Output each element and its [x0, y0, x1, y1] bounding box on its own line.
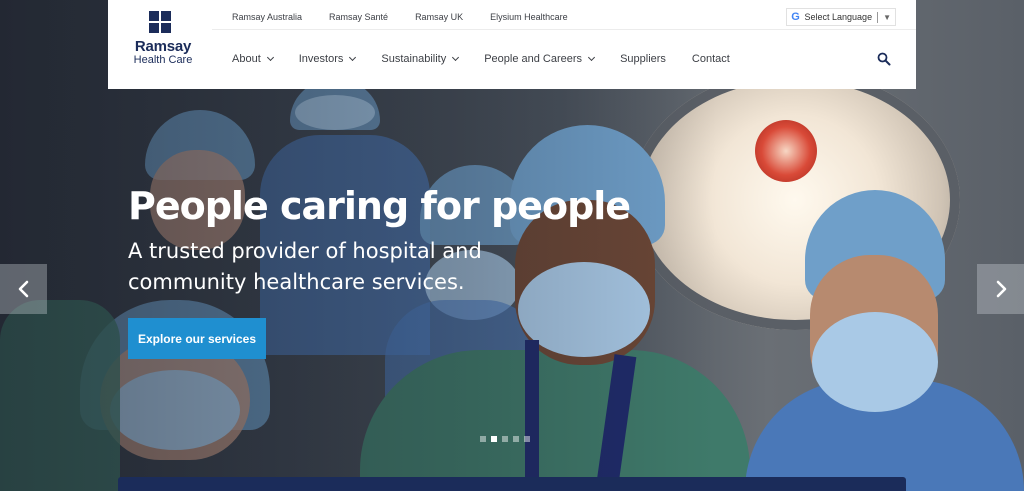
carousel-dot-1[interactable] [480, 436, 486, 442]
chevron-right-icon [996, 280, 1006, 298]
nav-contact[interactable]: Contact [692, 52, 730, 66]
chevron-down-icon [349, 53, 357, 62]
top-link-ramsay-uk[interactable]: Ramsay UK [415, 11, 463, 23]
chevron-down-icon [452, 53, 460, 62]
chevron-down-icon [266, 53, 274, 62]
top-links: Ramsay Australia Ramsay Santé Ramsay UK … [232, 11, 595, 23]
carousel-dot-5[interactable] [524, 436, 530, 442]
search-icon[interactable] [877, 52, 891, 66]
nav-sustainability[interactable]: Sustainability [381, 52, 460, 66]
explore-services-button[interactable]: Explore our services [128, 318, 266, 359]
nav-suppliers-label: Suppliers [620, 53, 666, 65]
ramsay-logo[interactable]: Ramsay Health Care [130, 11, 196, 66]
logo-name: Ramsay [134, 38, 192, 55]
google-icon: G [791, 11, 800, 23]
language-label: Select Language [804, 12, 873, 22]
chevron-left-icon [18, 280, 28, 298]
nav-people-and-careers-label: People and Careers [484, 53, 583, 65]
carousel-prev-button[interactable] [0, 264, 47, 314]
bottom-panel [118, 477, 906, 491]
carousel-next-button[interactable] [977, 264, 1024, 314]
hero-subtitle: A trusted provider of hospital and commu… [128, 239, 482, 294]
carousel-dots [480, 436, 530, 442]
nav-about-label: About [232, 53, 261, 65]
nav-sustainability-label: Sustainability [381, 53, 447, 65]
carousel-dot-4[interactable] [513, 436, 519, 442]
dropdown-arrow-icon: ▼ [883, 12, 891, 22]
nav-suppliers[interactable]: Suppliers [620, 52, 666, 66]
chevron-down-icon [588, 53, 596, 62]
language-divider [877, 11, 879, 23]
hero-title: People caring for people [128, 184, 631, 228]
carousel-dot-2[interactable] [491, 436, 497, 442]
nav-contact-label: Contact [691, 53, 730, 65]
carousel-dot-3[interactable] [502, 436, 508, 442]
language-selector[interactable]: G Select Language ▼ [785, 8, 896, 26]
nav-investors-label: Investors [298, 53, 344, 65]
top-link-elysium-healthcare[interactable]: Elysium Healthcare [490, 11, 568, 23]
main-nav: About Investors Sustainability People an… [232, 52, 756, 66]
header-divider [212, 29, 916, 30]
nav-people-and-careers[interactable]: People and Careers [484, 52, 596, 66]
nav-investors[interactable]: Investors [298, 52, 357, 66]
logo-mark-icon [149, 11, 171, 33]
nav-about[interactable]: About [232, 52, 274, 66]
top-link-ramsay-australia[interactable]: Ramsay Australia [232, 11, 302, 23]
top-link-ramsay-sante[interactable]: Ramsay Santé [329, 11, 388, 23]
logo-subtitle: Health Care [133, 54, 193, 66]
site-header: Ramsay Health Care Ramsay Australia Rams… [108, 0, 916, 89]
